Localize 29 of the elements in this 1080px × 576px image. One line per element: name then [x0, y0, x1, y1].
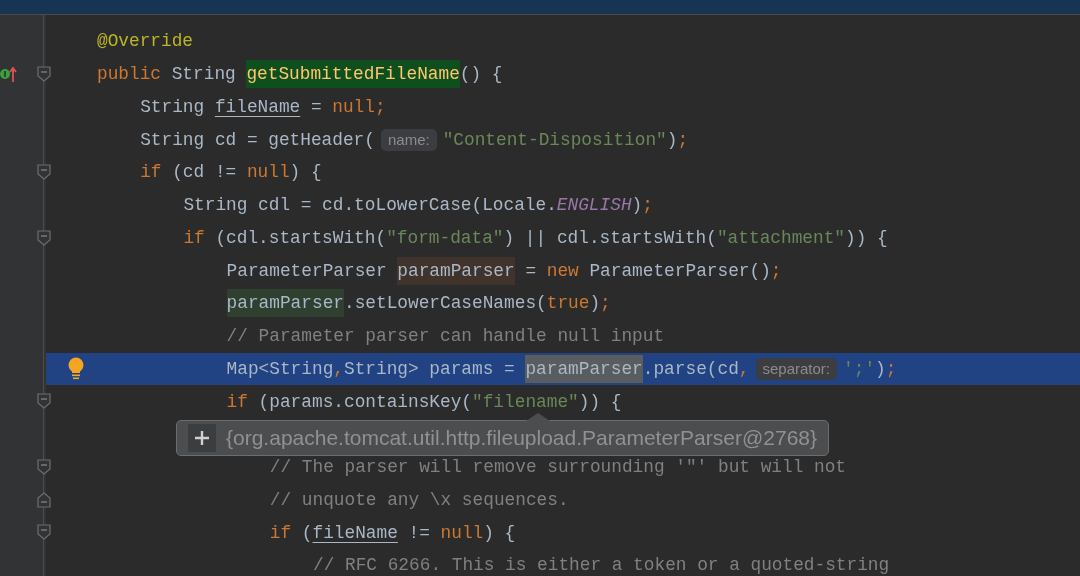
code-line: if (params.containsKey("filename")) { — [225, 390, 622, 414]
fold-icon[interactable] — [37, 524, 51, 541]
object-value: {org.apache.tomcat.util.http.fileupload.ParameterParser@2768} — [226, 426, 817, 450]
code-line: paramParser.setLowerCaseNames(true); — [97, 289, 611, 318]
code-line: // Parameter parser can handle null input — [225, 325, 665, 349]
code-line: String fileName = null; — [139, 95, 386, 119]
expand-button[interactable] — [188, 424, 216, 452]
code-line: if (cd != null) { — [139, 161, 322, 185]
fold-icon[interactable] — [37, 229, 51, 246]
code-line: Map<String,String> params = paramParser.parse(cd, separator: ';'); — [97, 354, 897, 383]
fold-icon[interactable] — [37, 164, 51, 180]
lightbulb-icon[interactable] — [67, 356, 85, 381]
code-line: ParameterParser paramParser = new ParameterParser(); — [97, 256, 782, 285]
fold-icon[interactable] — [37, 458, 51, 475]
code-line: String cd = getHeader( name: "Content-Disposition"); — [139, 127, 689, 153]
parameter-hint: name: — [380, 128, 437, 151]
code-line: String cdl = cd.toLowerCase(Locale.ENGLISH); — [182, 194, 653, 218]
code-line: // RFC 6266. This is either a token or a quoted-string — [312, 554, 890, 576]
fold-icon[interactable] — [37, 393, 51, 410]
code-line: @Override — [97, 30, 194, 54]
code-line: public String getSubmittedFileName() { — [97, 60, 503, 89]
fold-icon[interactable] — [37, 65, 51, 82]
plus-icon[interactable] — [194, 430, 210, 446]
code-line: if (cdl.startsWith("form-data") || cdl.startsWith("attachment")) { — [182, 226, 888, 250]
code-line: // unquote any \x sequences. — [268, 488, 569, 512]
fold-icon[interactable] — [37, 491, 51, 508]
code-line: // The parser will remove surrounding '"' but will not — [268, 456, 846, 480]
override-icon[interactable] — [0, 65, 18, 82]
code-line: if (fileName != null) { — [268, 521, 516, 545]
